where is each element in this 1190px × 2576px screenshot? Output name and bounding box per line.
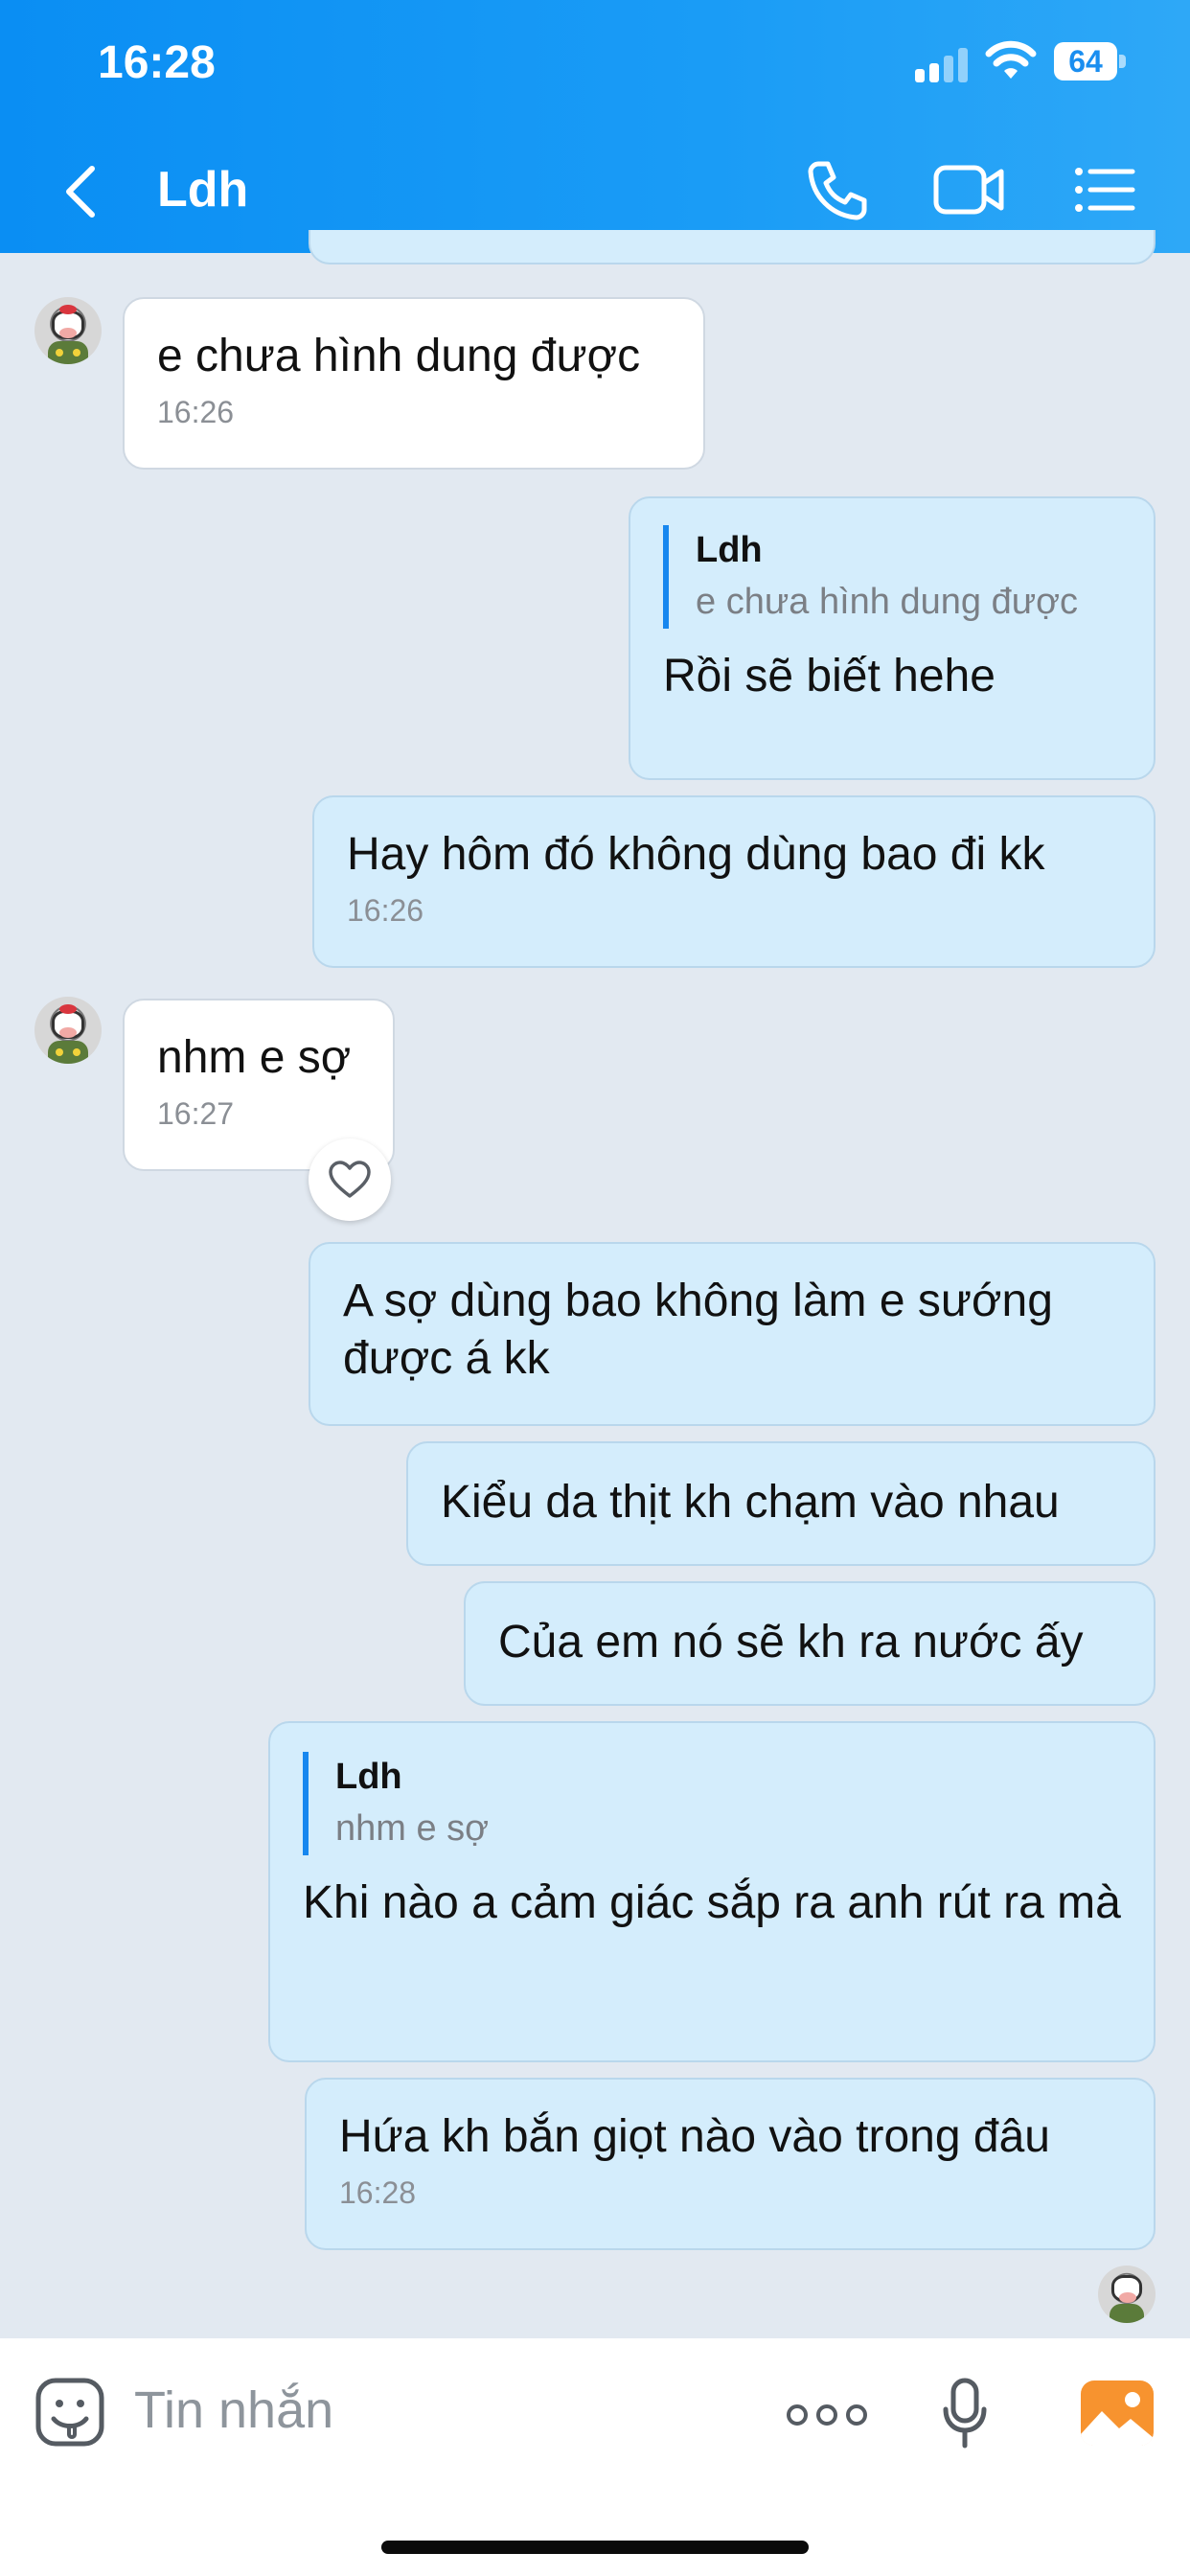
quote-text: nhm e sợ (335, 1808, 490, 1849)
message-text: Hứa kh bắn giọt nào vào trong đâu (339, 2111, 1050, 2162)
message-input-bar: Tin nhắn (0, 2338, 1190, 2576)
message-time: 16:26 (157, 395, 235, 429)
reply-message-bubble[interactable]: Ldh e chưa hình dung được Rồi sẽ biết he… (629, 496, 1156, 780)
video-camera-icon[interactable] (931, 158, 1006, 221)
seen-avatar (1098, 2266, 1156, 2323)
chat-header: 16:28 64 Ldh (0, 0, 1190, 253)
message-bubble[interactable]: A sợ dùng bao không làm e sướng được á k… (309, 1242, 1156, 1426)
back-chevron-icon[interactable] (57, 163, 105, 220)
more-dots-icon[interactable] (786, 2396, 868, 2434)
quote-text: e chưa hình dung được (696, 582, 1079, 622)
previous-message-bubble[interactable] (309, 230, 1156, 264)
message-bubble[interactable]: Hay hôm đó không dùng bao đi kk 16:26 (312, 795, 1156, 968)
contact-avatar[interactable] (34, 997, 102, 1064)
status-time: 16:28 (98, 37, 216, 88)
message-text: Kiểu da thịt kh chạm vào nhau (441, 1477, 1060, 1528)
message-text: e chưa hình dung được (157, 331, 641, 381)
quote-author: Ldh (696, 530, 763, 570)
wifi-icon (985, 40, 1037, 79)
message-time: 16:26 (347, 893, 424, 928)
quoted-message[interactable]: Ldh e chưa hình dung được (663, 525, 1121, 629)
photo-icon[interactable] (1079, 2379, 1156, 2448)
battery-level: 64 (1068, 44, 1103, 79)
phone-icon[interactable] (805, 158, 872, 221)
sticker-face-icon[interactable] (34, 2377, 105, 2448)
message-bubble[interactable]: Kiểu da thịt kh chạm vào nhau (406, 1441, 1156, 1566)
battery-icon: 64 (1054, 42, 1127, 80)
message-text: Hay hôm đó không dùng bao đi kk (347, 829, 1045, 880)
message-text: Khi nào a cảm giác sắp ra anh rút ra mà (303, 1877, 1121, 1928)
cellular-signal-icon (915, 48, 969, 82)
message-time: 16:28 (339, 2175, 417, 2210)
message-time: 16:27 (157, 1096, 235, 1131)
microphone-icon[interactable] (941, 2377, 989, 2451)
heart-icon (329, 1161, 371, 1198)
react-heart-button[interactable] (309, 1138, 391, 1221)
chat-title[interactable]: Ldh (157, 161, 248, 218)
message-input[interactable]: Tin nhắn (134, 2380, 333, 2440)
list-menu-icon[interactable] (1071, 158, 1138, 221)
message-bubble[interactable]: Hứa kh bắn giọt nào vào trong đâu 16:28 (305, 2078, 1156, 2250)
home-indicator (381, 2541, 809, 2554)
message-text: Rồi sẽ biết hehe (663, 651, 995, 702)
quoted-message[interactable]: Ldh nhm e sợ (303, 1752, 1121, 1855)
message-text: A sợ dùng bao không làm e sướng được á k… (343, 1276, 1053, 1384)
quote-author: Ldh (335, 1757, 402, 1797)
message-bubble[interactable]: Của em nó sẽ kh ra nước ấy (464, 1581, 1156, 1706)
message-bubble[interactable]: e chưa hình dung được 16:26 (123, 297, 705, 470)
message-text: Của em nó sẽ kh ra nước ấy (498, 1617, 1084, 1668)
message-text: nhm e sợ (157, 1032, 352, 1083)
reply-message-bubble[interactable]: Ldh nhm e sợ Khi nào a cảm giác sắp ra a… (268, 1721, 1156, 2062)
contact-avatar[interactable] (34, 297, 102, 364)
